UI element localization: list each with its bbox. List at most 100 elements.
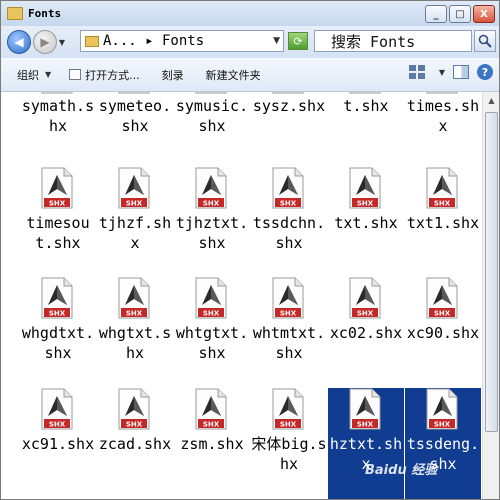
file-name: sysz.shx [252,97,326,115]
view-options-icon[interactable] [408,65,425,79]
shx-badge-label: SHX [434,309,451,317]
file-name: whtgtxt.shx [175,324,249,362]
file-item[interactable]: SHX whtmtxt.shx [251,277,327,389]
file-name: timesout.shx [26,214,90,252]
organize-menu[interactable]: 组织 ▼ [11,64,57,86]
file-item[interactable]: SHX zsm.shx [174,388,250,499]
file-name: t.shx [343,97,389,115]
search-placeholder: 搜索 Fonts [331,32,416,51]
file-name: xc02.shx [329,324,403,342]
shx-file-icon: SHX [195,167,227,209]
watermark: Baidu 经验 [365,463,438,478]
file-name: tjhzf.shx [98,214,172,252]
shx-file-icon: SHX [426,277,458,319]
search-button[interactable] [474,30,496,52]
shx-file-icon: SHX [195,92,227,94]
folder-icon [85,35,99,47]
file-item[interactable]: SHX txt.shx [328,167,404,279]
shx-file-icon: SHX [41,277,73,319]
maximize-button[interactable]: □ [449,5,471,23]
search-input[interactable]: 搜索 Fonts [314,30,472,52]
shx-file-icon: SHX [118,167,150,209]
shx-file-icon: SHX [349,388,381,430]
file-item[interactable]: SHX hztxt.shx [328,388,404,499]
view-controls: ▼ ? [408,64,493,80]
shx-file-icon: SHX [349,92,381,94]
file-item[interactable]: SHX xc90.shx [405,277,481,389]
shx-badge-label: SHX [126,199,143,207]
command-bar: 组织 ▼ 打开方式... 刻录 新建文件夹 ▼ ? [1,58,499,92]
minimize-button[interactable]: _ [425,5,447,23]
file-name: xc90.shx [406,324,480,342]
file-item[interactable]: SHX whgdtxt.shx [20,277,96,389]
file-item[interactable]: SHX txt1.shx [405,167,481,279]
file-name: xc91.shx [21,435,95,453]
file-item[interactable]: SHX 宋体big.shx [251,388,327,499]
vertical-scrollbar[interactable]: ▲ [482,92,499,499]
title-bar[interactable]: Fonts _ □ X [1,1,499,26]
open-with-icon [69,69,82,80]
shx-file-icon: SHX [41,92,73,94]
file-item[interactable]: SHX xc91.shx [20,388,96,499]
shx-file-icon: SHX [41,167,73,209]
burn-button[interactable]: 刻录 [156,64,190,86]
shx-file-icon: SHX [272,92,304,94]
search-icon [478,34,492,48]
scroll-up-icon[interactable]: ▲ [483,92,499,109]
shx-file-icon: SHX [118,388,150,430]
shx-file-icon: SHX [426,167,458,209]
shx-file-icon: SHX [118,277,150,319]
file-name: whgdtxt.shx [21,324,95,362]
shx-file-icon: SHX [195,388,227,430]
forward-button[interactable]: ▶ [33,30,57,54]
new-folder-label: 新建文件夹 [205,68,261,82]
refresh-button[interactable]: ⟳ [288,32,308,50]
window-title: Fonts [28,7,62,20]
navigation-bar: ◀ ▶ ▼ A... ▸ Fonts ▼ ⟳ 搜索 Fonts [1,26,499,58]
window-controls: _ □ X [425,5,495,23]
burn-label: 刻录 [161,68,184,82]
file-item[interactable]: SHX zcad.shx [97,388,173,499]
shx-file-icon: SHX [41,388,73,430]
address-bar[interactable]: A... ▸ Fonts ▼ [80,30,284,52]
file-item[interactable]: SHX tssdeng.shx [405,388,481,499]
shx-file-icon: SHX [272,388,304,430]
organize-label: 组织 [17,68,39,82]
help-icon[interactable]: ? [477,64,493,80]
history-dropdown[interactable]: ▼ [57,30,67,54]
explorer-window: Fonts _ □ X ◀ ▶ ▼ A... ▸ Fonts ▼ ⟳ 搜索 Fo… [0,0,500,500]
shx-badge-label: SHX [49,199,66,207]
file-item[interactable]: SHX timesout.shx [20,167,96,279]
chevron-down-icon[interactable]: ▼ [273,36,280,46]
file-item[interactable]: SHX whgtxt.shx [97,277,173,389]
open-with-button[interactable]: 打开方式... [63,64,146,86]
file-item[interactable]: SHX tjhztxt.shx [174,167,250,279]
address-path: A... ▸ Fonts [103,33,205,49]
shx-badge-label: SHX [203,199,220,207]
chevron-down-icon[interactable]: ▼ [439,68,445,77]
file-item[interactable]: SHX xc02.shx [328,277,404,389]
file-name: 宋体big.shx [251,435,327,473]
shx-badge-label: SHX [49,309,66,317]
new-folder-button[interactable]: 新建文件夹 [200,64,267,86]
file-name: txt1.shx [406,214,480,232]
shx-badge-label: SHX [126,309,143,317]
file-item[interactable]: SHX whtgtxt.shx [174,277,250,389]
file-name: symath.shx [21,97,95,135]
shx-badge-label: SHX [280,420,297,428]
open-with-label: 打开方式... [85,68,140,82]
chevron-down-icon: ▼ [45,70,52,79]
shx-file-icon: SHX [349,167,381,209]
file-name: tjhztxt.shx [175,214,249,252]
close-button[interactable]: X [473,5,495,23]
scrollbar-thumb[interactable] [485,112,498,432]
shx-file-icon: SHX [426,388,458,430]
shx-file-icon: SHX [272,277,304,319]
preview-pane-icon[interactable] [453,65,469,79]
file-item[interactable]: SHX tssdchn.shx [251,167,327,279]
file-item[interactable]: SHX tjhzf.shx [97,167,173,279]
file-name: whtmtxt.shx [252,324,326,362]
back-button[interactable]: ◀ [7,30,31,54]
shx-file-icon: SHX [349,277,381,319]
shx-badge-label: SHX [280,309,297,317]
